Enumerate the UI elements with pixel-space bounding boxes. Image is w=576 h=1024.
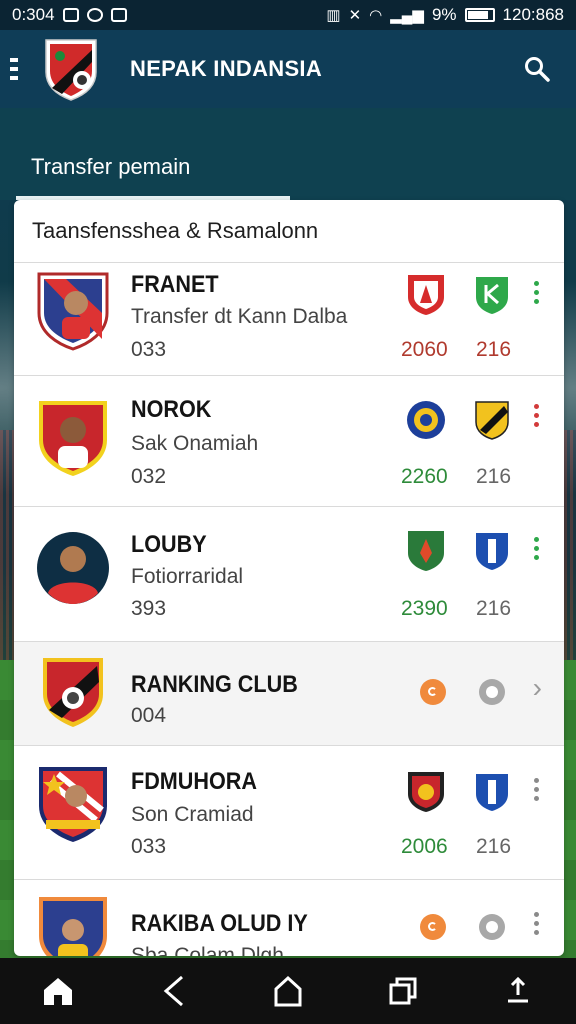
gray-status-icon [479, 914, 505, 940]
list-item[interactable]: RAKIBA OLUD IY Sba Colam Dlgh [14, 879, 564, 956]
list-item[interactable]: NOROK Sak Onamiah 032 2260 216 [14, 375, 564, 507]
more-options-icon[interactable] [534, 281, 540, 304]
player-name: FRANET [131, 271, 219, 298]
club-crest-icon [43, 658, 103, 727]
player-badge-icon [39, 401, 107, 476]
club-badge-icon [408, 772, 444, 812]
transfer-card: Taansfensshea & Rsamalonn FRANET Transfe… [14, 200, 564, 956]
play-icon [110, 8, 127, 22]
player-name: LOUBY [131, 531, 207, 558]
transfer-count: 216 [476, 835, 512, 858]
more-options-icon[interactable] [534, 404, 540, 427]
more-options-icon[interactable] [534, 912, 540, 935]
player-subtitle: Transfer dt Kann Dalba [131, 305, 348, 328]
chevron-right-icon[interactable]: › [533, 672, 542, 704]
circle-app-icon [86, 8, 103, 22]
gray-status-icon [479, 679, 505, 705]
home-icon[interactable] [36, 969, 80, 1013]
player-avatar [37, 532, 109, 604]
battery-percent: 9% [431, 5, 457, 24]
club-badge-icon [476, 533, 508, 570]
status-right: ▥ ✕ ◠ ▂▄▆ 9% 120:868 [326, 5, 564, 25]
player-subtitle: Sba Colam Dlgh [131, 944, 284, 956]
club-crest-icon[interactable] [42, 36, 100, 102]
transfer-value: 2260 [401, 465, 448, 488]
navigation-bar [0, 958, 576, 1024]
player-badge-icon [39, 897, 107, 956]
back-icon[interactable] [151, 969, 195, 1013]
orange-status-icon [420, 914, 446, 940]
transfer-count: 216 [476, 338, 512, 361]
transfer-value: 2060 [401, 338, 448, 361]
recents-icon[interactable] [381, 969, 425, 1013]
search-icon[interactable] [524, 56, 550, 82]
more-options-icon[interactable] [534, 778, 540, 801]
mute-icon: ✕ [348, 7, 362, 24]
club-badge-icon [475, 401, 509, 440]
home-outline-icon[interactable] [266, 969, 310, 1013]
player-subtitle: Son Cramiad [131, 803, 254, 826]
player-name: NOROK [131, 396, 212, 423]
status-bar: 0:304 ▥ ✕ ◠ ▂▄▆ 9% 120:868 [0, 0, 576, 30]
player-name: FDMUHORA [131, 768, 257, 795]
club-name: RANKING CLUB [131, 671, 298, 698]
more-options-icon[interactable] [534, 537, 540, 560]
list-item[interactable]: FDMUHORA Son Cramiad 033 2006 216 [14, 745, 564, 880]
battery-icon [464, 8, 495, 22]
status-clock: 120:868 [502, 5, 564, 24]
club-badge-icon [476, 277, 508, 314]
club-badge-icon [408, 275, 444, 315]
ranking-club-row[interactable]: RANKING CLUB 004 › [14, 641, 564, 746]
share-icon[interactable] [496, 969, 540, 1013]
player-subtitle: Sak Onamiah [131, 432, 259, 455]
transfer-value: 2006 [401, 835, 448, 858]
player-badge-icon [37, 272, 109, 351]
menu-icon[interactable] [0, 30, 30, 108]
vibrate-icon: ▥ [326, 7, 341, 24]
transfer-count: 216 [476, 597, 512, 620]
club-badge-icon [407, 401, 445, 439]
player-name: RAKIBA OLUD IY [131, 910, 308, 937]
player-subtitle: Fotiorraridal [131, 565, 244, 588]
tab-transfer-pemain[interactable]: Transfer pemain [31, 154, 190, 180]
club-badge-icon [408, 531, 444, 571]
transfer-count: 216 [476, 465, 512, 488]
club-badge-icon [476, 774, 508, 811]
signal-icon: ▂▄▆ [390, 7, 424, 24]
player-code: 393 [131, 597, 167, 620]
player-code: 033 [131, 835, 167, 858]
list-item[interactable]: LOUBY Fotiorraridal 393 2390 216 [14, 506, 564, 642]
status-left: 0:304 [12, 5, 127, 25]
gallery-icon [62, 8, 79, 22]
club-code: 004 [131, 704, 167, 727]
app-title: NEPAK INDANSIA [130, 56, 323, 81]
wifi-icon: ◠ [369, 7, 383, 24]
player-code: 033 [131, 338, 167, 361]
status-time: 0:304 [12, 5, 55, 24]
player-badge-icon [39, 767, 107, 842]
card-header: Taansfensshea & Rsamalonn [32, 218, 319, 243]
tab-strip: Transfer pemain [0, 108, 576, 200]
transfer-value: 2390 [401, 597, 448, 620]
orange-status-icon [420, 679, 446, 705]
app-bar: NEPAK INDANSIA [0, 30, 576, 108]
list-item[interactable]: FRANET Transfer dt Kann Dalba 033 2060 2… [14, 262, 564, 376]
player-code: 032 [131, 465, 167, 488]
